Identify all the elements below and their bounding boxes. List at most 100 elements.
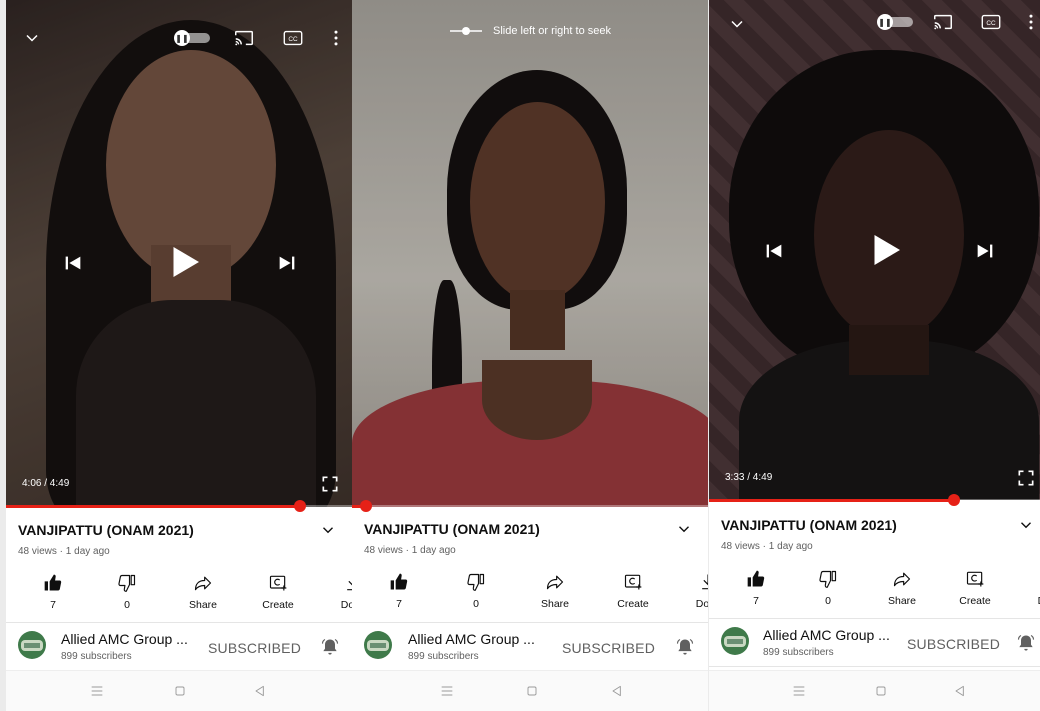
create-button[interactable]: Create bbox=[944, 566, 1006, 607]
back-icon[interactable] bbox=[951, 682, 969, 700]
subscribed-button[interactable]: SUBSCRIBED bbox=[907, 636, 1000, 652]
seek-slider-icon bbox=[449, 25, 483, 37]
channel-avatar[interactable] bbox=[721, 627, 749, 655]
like-button[interactable]: 7 bbox=[368, 569, 430, 610]
video-title[interactable]: VANJIPATTU (ONAM 2021) bbox=[364, 521, 540, 537]
seek-bar[interactable] bbox=[709, 494, 1040, 506]
chevron-down-icon[interactable] bbox=[674, 519, 694, 539]
like-button[interactable]: 7 bbox=[725, 566, 787, 607]
next-icon[interactable] bbox=[972, 238, 998, 264]
more-options-icon[interactable] bbox=[324, 26, 348, 50]
subscriber-count: 899 subscribers bbox=[763, 647, 834, 658]
create-label: Create bbox=[959, 595, 991, 607]
channel-avatar[interactable] bbox=[364, 631, 392, 659]
action-bar: 7 0 Share Create Dowr bbox=[6, 570, 352, 626]
home-icon[interactable] bbox=[171, 682, 189, 700]
action-bar: 7 0 Share Create Dov bbox=[709, 566, 1040, 622]
share-icon bbox=[193, 573, 213, 593]
share-label: Share bbox=[540, 598, 570, 610]
seek-bar[interactable] bbox=[6, 500, 352, 512]
captions-icon[interactable] bbox=[281, 26, 305, 50]
download-label: Dowr bbox=[695, 598, 708, 610]
video-meta: 48 views · 1 day ago bbox=[18, 546, 110, 557]
autoplay-toggle[interactable]: ❚❚ bbox=[174, 30, 210, 46]
seek-handle[interactable] bbox=[294, 500, 307, 512]
seek-bar-progress bbox=[709, 499, 954, 502]
action-bar: 7 0 Share Create Dowr bbox=[352, 569, 708, 625]
play-icon[interactable] bbox=[865, 228, 905, 272]
system-nav-bar bbox=[352, 670, 708, 711]
channel-name[interactable]: Allied AMC Group ... bbox=[763, 627, 890, 643]
collapse-icon[interactable] bbox=[725, 12, 749, 36]
more-options-icon[interactable] bbox=[1019, 10, 1040, 34]
share-icon bbox=[892, 569, 912, 589]
dislike-button[interactable]: 0 bbox=[797, 566, 859, 607]
channel-avatar[interactable] bbox=[18, 631, 46, 659]
like-button[interactable]: 7 bbox=[22, 570, 84, 611]
cast-icon[interactable] bbox=[232, 26, 256, 50]
back-icon[interactable] bbox=[251, 682, 269, 700]
recents-menu-icon[interactable] bbox=[88, 682, 106, 700]
subscribed-button[interactable]: SUBSCRIBED bbox=[208, 640, 301, 656]
like-filled-icon bbox=[746, 569, 766, 589]
channel-name[interactable]: Allied AMC Group ... bbox=[408, 631, 535, 647]
video-meta: 48 views · 1 day ago bbox=[721, 541, 813, 552]
dislike-button[interactable]: 0 bbox=[96, 570, 158, 611]
recents-menu-icon[interactable] bbox=[438, 682, 456, 700]
play-icon[interactable] bbox=[164, 240, 204, 284]
screen-panel-2: Slide left or right to seek VANJIPATTU (… bbox=[352, 0, 708, 711]
video-player[interactable]: ❚❚ 4:06 / 4:49 bbox=[6, 0, 352, 507]
share-button[interactable]: Share bbox=[172, 570, 234, 611]
fullscreen-icon[interactable] bbox=[318, 472, 342, 496]
share-button[interactable]: Share bbox=[524, 569, 586, 610]
player-controls-overlay bbox=[352, 0, 708, 507]
seek-bar[interactable] bbox=[352, 500, 708, 512]
time-display: 3:33 / 4:49 bbox=[725, 472, 773, 483]
subscribed-button[interactable]: SUBSCRIBED bbox=[562, 640, 655, 656]
captions-icon[interactable] bbox=[979, 10, 1003, 34]
like-count: 7 bbox=[396, 598, 402, 610]
notification-bell-icon[interactable] bbox=[674, 636, 696, 658]
dislike-count: 0 bbox=[124, 599, 130, 611]
dislike-button[interactable]: 0 bbox=[445, 569, 507, 610]
video-title[interactable]: VANJIPATTU (ONAM 2021) bbox=[18, 522, 194, 538]
create-button[interactable]: Create bbox=[247, 570, 309, 611]
fullscreen-icon[interactable] bbox=[1014, 466, 1038, 490]
divider bbox=[352, 622, 708, 623]
download-button[interactable]: Dowr bbox=[677, 569, 708, 610]
previous-icon[interactable] bbox=[761, 238, 787, 264]
home-icon[interactable] bbox=[523, 682, 541, 700]
home-icon[interactable] bbox=[872, 682, 890, 700]
next-icon[interactable] bbox=[274, 250, 300, 276]
autoplay-toggle[interactable]: ❚❚ bbox=[877, 14, 913, 30]
share-label: Share bbox=[887, 595, 917, 607]
back-icon[interactable] bbox=[608, 682, 626, 700]
video-player[interactable]: ❚❚ 3:33 / 4:49 bbox=[709, 0, 1040, 500]
seek-handle[interactable] bbox=[947, 494, 960, 506]
seek-handle[interactable] bbox=[360, 500, 373, 512]
cast-icon[interactable] bbox=[931, 10, 955, 34]
download-button[interactable]: Dov bbox=[1016, 566, 1040, 607]
chevron-down-icon[interactable] bbox=[318, 520, 338, 540]
notification-bell-icon[interactable] bbox=[1015, 632, 1037, 654]
create-icon bbox=[623, 572, 643, 592]
dislike-icon bbox=[466, 572, 486, 592]
dislike-count: 0 bbox=[825, 595, 831, 607]
share-button[interactable]: Share bbox=[871, 566, 933, 607]
notification-bell-icon[interactable] bbox=[319, 636, 341, 658]
seek-bar-progress bbox=[6, 505, 301, 508]
dislike-icon bbox=[117, 573, 137, 593]
chevron-down-icon[interactable] bbox=[1016, 515, 1036, 535]
divider bbox=[6, 622, 352, 623]
video-player[interactable]: Slide left or right to seek bbox=[352, 0, 708, 507]
recents-menu-icon[interactable] bbox=[790, 682, 808, 700]
previous-icon[interactable] bbox=[60, 250, 86, 276]
collapse-icon[interactable] bbox=[20, 26, 44, 50]
create-button[interactable]: Create bbox=[602, 569, 664, 610]
channel-name[interactable]: Allied AMC Group ... bbox=[61, 631, 188, 647]
video-title[interactable]: VANJIPATTU (ONAM 2021) bbox=[721, 517, 897, 533]
download-button[interactable]: Dowr bbox=[322, 570, 352, 611]
like-count: 7 bbox=[753, 595, 759, 607]
subscriber-count: 899 subscribers bbox=[61, 651, 132, 662]
screen-panel-3: ❚❚ 3:33 / 4:49 VANJIPATTU (ONAM 2021) 48… bbox=[709, 0, 1040, 711]
